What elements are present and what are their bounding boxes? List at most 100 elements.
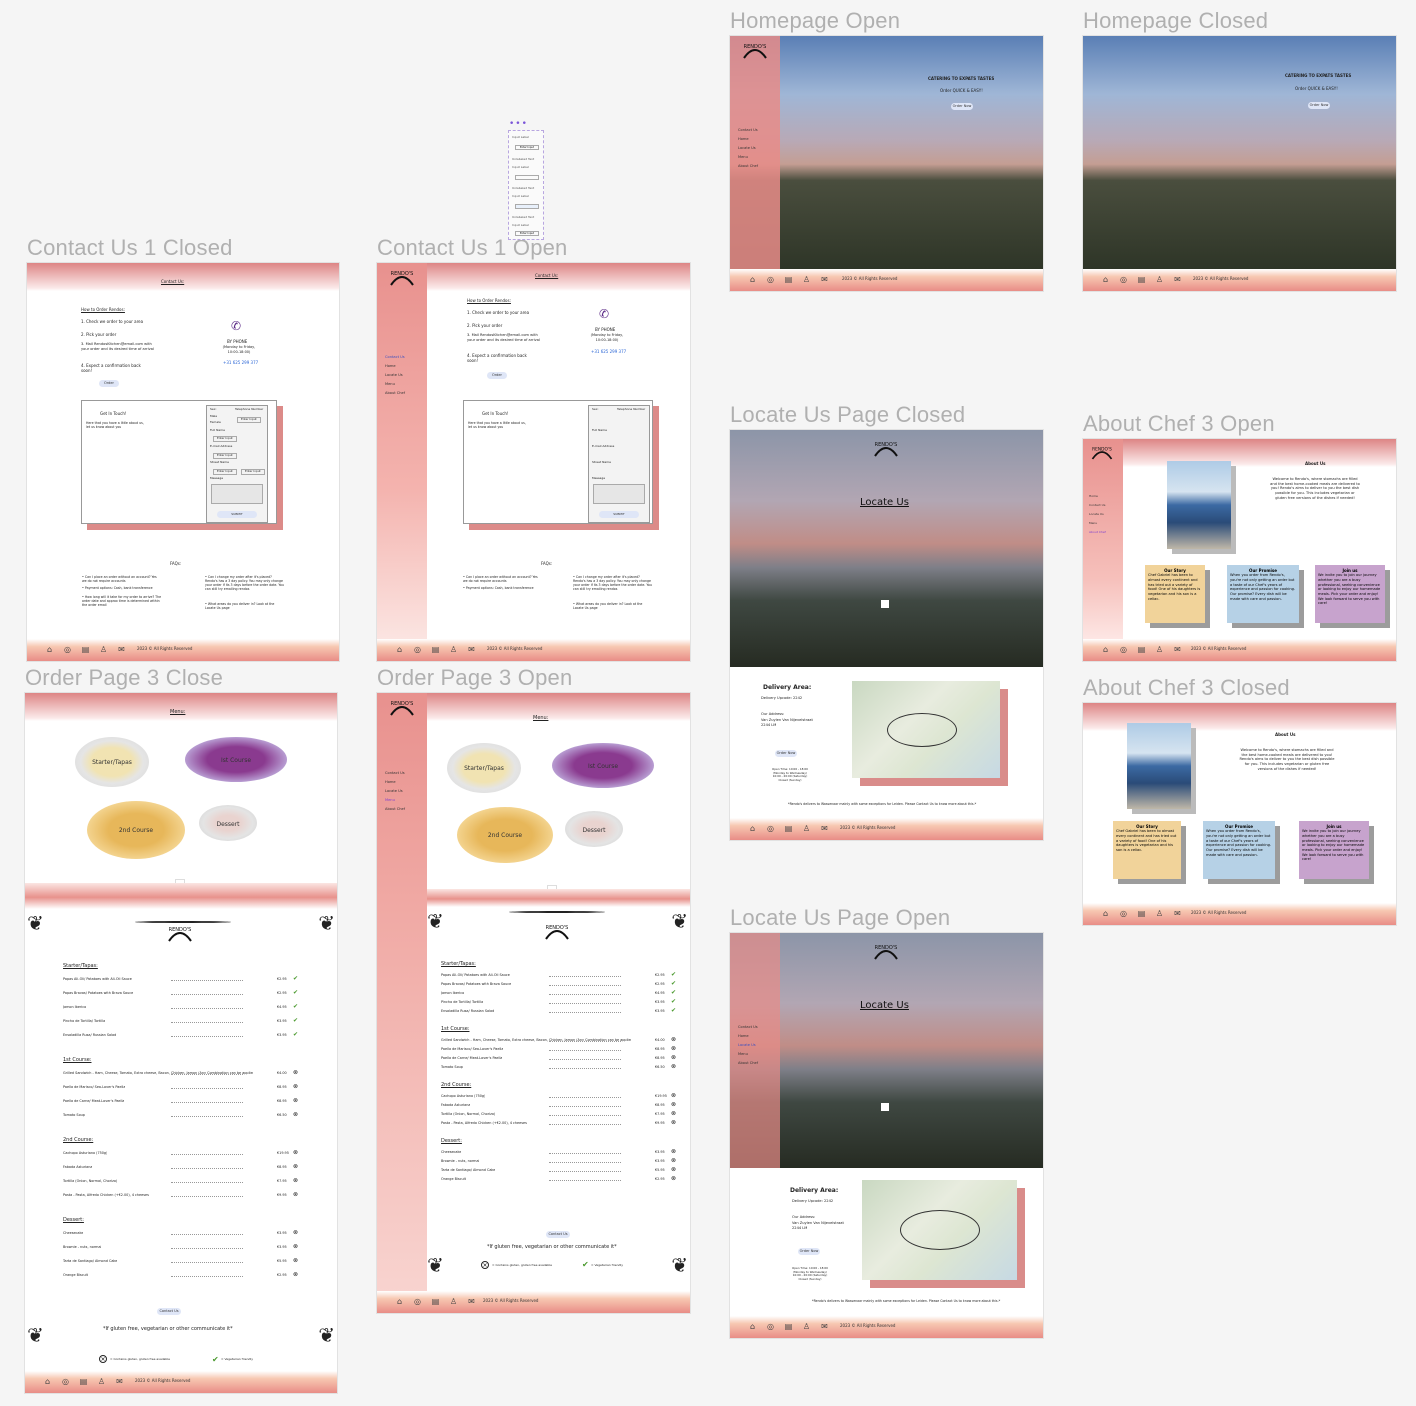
plate-starters[interactable]: Starter/Tapas [447, 743, 521, 793]
user-icon[interactable]: ♙ [1155, 275, 1164, 284]
order-now-button[interactable]: Order Now [798, 1248, 820, 1255]
delivery-map[interactable] [862, 1180, 1017, 1280]
sidebar-item[interactable]: Home [385, 780, 396, 784]
home-icon[interactable]: ⌂ [748, 275, 757, 284]
plate-dessert[interactable]: Dessert [199, 805, 257, 841]
order-button[interactable]: Order [99, 380, 119, 387]
order-now-button[interactable]: Order Now [1308, 102, 1330, 109]
mail-icon[interactable]: ✉ [115, 1377, 124, 1386]
menu-icon[interactable]: ▤ [784, 1322, 793, 1331]
mail-icon[interactable]: ✉ [467, 1297, 476, 1306]
contact-us-button[interactable]: Contact Us [157, 1308, 181, 1315]
home-icon[interactable]: ⌂ [395, 645, 404, 654]
sidebar-item[interactable]: About Chef [738, 164, 758, 168]
compass-icon[interactable]: ◎ [1119, 275, 1128, 284]
play-icon[interactable] [881, 600, 889, 608]
sidebar-item[interactable]: Home [1089, 494, 1098, 498]
menu-icon[interactable]: ▤ [1137, 275, 1146, 284]
home-icon[interactable]: ⌂ [45, 645, 54, 654]
menu-icon[interactable]: ▤ [79, 1377, 88, 1386]
home-icon[interactable]: ⌂ [395, 1297, 404, 1306]
mail-icon[interactable]: ✉ [820, 275, 829, 284]
user-icon[interactable]: ♙ [1155, 909, 1164, 918]
sidebar-item[interactable]: Menu [1089, 521, 1097, 525]
sidebar-item[interactable]: Contact Us [385, 771, 405, 775]
compass-icon[interactable]: ◎ [1119, 909, 1128, 918]
sidebar-item[interactable]: Locate Us [1089, 512, 1104, 516]
mail-icon[interactable]: ✉ [820, 824, 829, 833]
sidebar-item[interactable]: Locate Us [385, 373, 403, 377]
mail-icon[interactable]: ✉ [117, 645, 126, 654]
home-icon[interactable]: ⌂ [748, 1322, 757, 1331]
home-icon[interactable]: ⌂ [43, 1377, 52, 1386]
sidebar-item[interactable]: About Chef [738, 1061, 758, 1065]
user-icon[interactable]: ♙ [99, 645, 108, 654]
sidebar-item[interactable]: Home [738, 137, 749, 141]
sidebar-item[interactable]: About Chef [385, 391, 405, 395]
user-icon[interactable]: ♙ [449, 645, 458, 654]
menu-icon[interactable]: ▤ [81, 645, 90, 654]
sidebar-item[interactable]: Locate Us [738, 146, 756, 150]
sidebar-item[interactable]: Menu [738, 155, 748, 159]
sidebar-item[interactable]: Contact Us [385, 355, 405, 359]
order-now-button[interactable]: Order Now [951, 103, 973, 110]
plate-second-course[interactable]: 2nd Course [87, 801, 185, 859]
menu-icon[interactable]: ▤ [1137, 645, 1146, 654]
user-icon[interactable]: ♙ [449, 1297, 458, 1306]
compass-icon[interactable]: ◎ [766, 275, 775, 284]
delivery-map[interactable] [852, 681, 1000, 778]
compass-icon[interactable]: ◎ [413, 645, 422, 654]
plate-dessert[interactable]: Dessert [565, 811, 623, 847]
mail-icon[interactable]: ✉ [1173, 645, 1182, 654]
wire-input[interactable] [515, 175, 539, 180]
compass-icon[interactable]: ◎ [766, 824, 775, 833]
wire-input[interactable] [515, 204, 539, 209]
home-icon[interactable]: ⌂ [748, 824, 757, 833]
home-icon[interactable]: ⌂ [1101, 275, 1110, 284]
plate-first-course[interactable]: Ist Course [185, 737, 287, 782]
sidebar-item[interactable]: Menu [385, 798, 395, 802]
female-radio[interactable]: Female [210, 420, 221, 425]
order-button[interactable]: Order [487, 372, 507, 379]
compass-icon[interactable]: ◎ [63, 645, 72, 654]
home-icon[interactable]: ⌂ [1101, 909, 1110, 918]
play-icon[interactable] [881, 1103, 889, 1111]
compass-icon[interactable]: ◎ [61, 1377, 70, 1386]
user-icon[interactable]: ♙ [1155, 645, 1164, 654]
male-radio[interactable]: Male [210, 414, 217, 419]
mail-icon[interactable]: ✉ [467, 645, 476, 654]
sidebar-item[interactable]: Home [385, 364, 396, 368]
user-icon[interactable]: ♙ [97, 1377, 106, 1386]
user-icon[interactable]: ♙ [802, 1322, 811, 1331]
sidebar-item[interactable]: About Chef [1089, 530, 1106, 534]
submit-button[interactable]: SUBMIT [599, 511, 639, 518]
plate-first-course[interactable]: Ist Course [552, 743, 654, 788]
sidebar-item[interactable]: Menu [738, 1052, 748, 1056]
contact-us-button[interactable]: Contact Us [546, 1231, 570, 1238]
sidebar-item[interactable]: Contact Us [738, 128, 758, 132]
order-now-button[interactable]: Order Now [775, 750, 797, 757]
submit-button[interactable]: SUBMIT [217, 511, 257, 518]
sidebar-item[interactable]: Contact Us [738, 1025, 758, 1029]
sidebar-item[interactable]: Contact Us [1089, 503, 1105, 507]
user-icon[interactable]: ♙ [802, 824, 811, 833]
sidebar-item[interactable]: About Chef [385, 807, 405, 811]
sidebar-item[interactable]: Locate Us [738, 1043, 756, 1047]
menu-icon[interactable]: ▤ [431, 1297, 440, 1306]
message-textarea[interactable] [593, 484, 645, 504]
phone-number[interactable]: +31 625 299 377 [591, 349, 626, 354]
mail-icon[interactable]: ✉ [1173, 909, 1182, 918]
plate-second-course[interactable]: 2nd Course [457, 807, 553, 863]
menu-icon[interactable]: ▤ [431, 645, 440, 654]
email-field[interactable]: Enter Input [213, 453, 237, 459]
sidebar-item[interactable]: Home [738, 1034, 749, 1038]
plate-starters[interactable]: Starter/Tapas [75, 737, 149, 787]
compass-icon[interactable]: ◎ [413, 1297, 422, 1306]
phone-number[interactable]: +31 625 299 377 [223, 360, 258, 365]
menu-icon[interactable]: ▤ [784, 275, 793, 284]
menu-icon[interactable]: ▤ [784, 824, 793, 833]
message-textarea[interactable] [211, 484, 263, 504]
sidebar-item[interactable]: Locate Us [385, 789, 403, 793]
compass-icon[interactable]: ◎ [766, 1322, 775, 1331]
user-icon[interactable]: ♙ [802, 275, 811, 284]
